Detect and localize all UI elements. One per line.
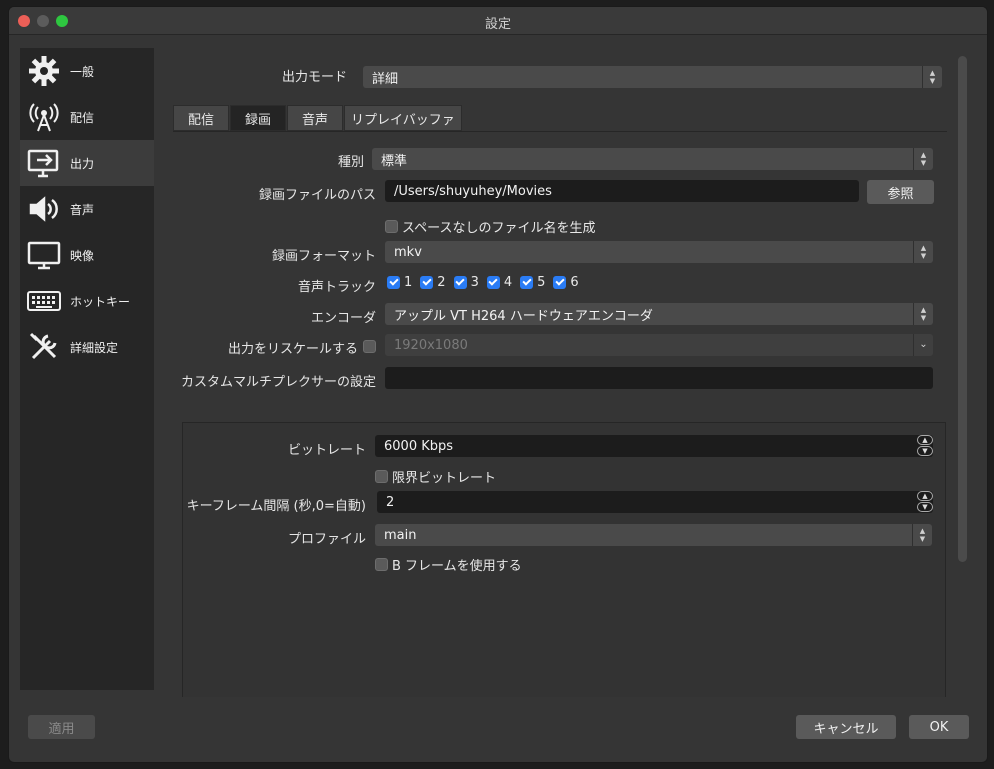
bitrate-label: ビットレート (287, 443, 366, 458)
track-checkbox[interactable]: 2 (420, 275, 446, 290)
sidebar-item-stream[interactable]: 配信 (20, 94, 154, 140)
bitrate-spinbox[interactable]: 6000 Kbps ▲ ▼ (375, 435, 933, 457)
tab-recording[interactable]: 録画 (230, 105, 287, 131)
format-select[interactable]: mkv ▲ ▼ (385, 241, 933, 263)
keyframe-label: キーフレーム間隔 (秒,0=自動) (186, 499, 366, 514)
checkbox-checked-icon (486, 276, 500, 289)
limit-bitrate-row[interactable]: 限界ビットレート (375, 467, 504, 487)
window-title: 設定 (484, 17, 511, 32)
rescale-value: 1920x1080 (394, 337, 468, 353)
rescale-label: 出力をリスケールする (227, 342, 358, 357)
type-value: 標準 (381, 153, 408, 169)
sidebar-item-video[interactable]: 映像 (20, 232, 154, 278)
type-label: 種別 (337, 155, 364, 170)
output-monitor-icon (26, 145, 62, 181)
keyframe-value: 2 (386, 494, 395, 510)
stepper-icon[interactable]: ▲ ▼ (917, 491, 933, 513)
checkbox-checked-icon (387, 276, 400, 289)
sidebar-item-label: 出力 (70, 156, 95, 171)
limit-bitrate-label: 限界ビットレート (392, 471, 497, 486)
format-value: mkv (394, 244, 422, 260)
tab-replay-buffer[interactable]: リプレイバッファ (344, 105, 462, 131)
checkbox-checked-icon (553, 276, 567, 289)
sidebar-item-label: 配信 (70, 110, 95, 125)
broadcast-antenna-icon (26, 99, 62, 135)
monitor-icon (26, 237, 62, 273)
rescale-select[interactable]: 1920x1080 ⌄ (385, 334, 933, 356)
chevron-down-icon: ⌄ (913, 334, 933, 356)
profile-select[interactable]: main ▲ ▼ (375, 524, 932, 546)
muxer-label: カスタムマルチプレクサーの設定 (180, 375, 376, 390)
updown-icon: ▲ ▼ (912, 524, 932, 546)
sidebar-item-label: ホットキー (70, 294, 131, 309)
updown-icon: ▲ ▼ (913, 303, 933, 325)
tabs-divider (173, 131, 947, 132)
track-checkbox[interactable]: 5 (520, 275, 545, 290)
sidebar-item-hotkeys[interactable]: ホットキー (20, 278, 154, 324)
cancel-button[interactable]: キャンセル (796, 715, 896, 739)
bframes-row[interactable]: B フレームを使用する (375, 555, 530, 575)
stepper-icon[interactable]: ▲ ▼ (917, 435, 933, 457)
rescale-checkbox[interactable] (363, 340, 376, 353)
tab-audio[interactable]: 音声 (287, 105, 344, 131)
nospace-label: スペースなしのファイル名を生成 (402, 221, 596, 236)
type-select[interactable]: 標準 ▲ ▼ (372, 148, 933, 170)
tracks-checkboxes: 1 2 3 4 5 6 (387, 275, 587, 290)
updown-icon: ▲ ▼ (913, 148, 933, 170)
gear-icon (26, 53, 62, 89)
bframes-label: B フレームを使用する (392, 559, 522, 574)
checkbox-checked-icon (520, 276, 534, 289)
track-checkbox[interactable]: 3 (453, 275, 479, 290)
checkbox-checked-icon (453, 276, 467, 289)
profile-value: main (384, 527, 417, 543)
track-checkbox[interactable]: 6 (553, 275, 579, 290)
sidebar-item-label: 詳細設定 (70, 340, 119, 355)
apply-button[interactable]: 適用 (28, 715, 95, 739)
bframes-checkbox[interactable] (375, 558, 388, 571)
keyboard-icon (26, 283, 62, 319)
updown-icon: ▲ ▼ (913, 241, 933, 263)
sidebar-item-audio[interactable]: 音声 (20, 186, 154, 232)
tools-icon (26, 329, 62, 365)
sidebar-item-label: 一般 (70, 64, 95, 79)
speaker-icon (26, 191, 62, 227)
encoder-settings-group (182, 422, 946, 697)
path-label: 録画ファイルのパス (258, 188, 376, 203)
encoder-label: エンコーダ (310, 311, 376, 326)
sidebar-item-output[interactable]: 出力 (20, 140, 154, 186)
track-checkbox[interactable]: 1 (387, 275, 412, 290)
checkbox-checked-icon (420, 276, 434, 289)
path-input[interactable]: /Users/shuyuhey/Movies (385, 180, 859, 202)
ok-button[interactable]: OK (909, 715, 969, 739)
keyframe-spinbox[interactable]: 2 ▲ ▼ (377, 491, 933, 513)
limit-bitrate-checkbox[interactable] (375, 470, 388, 483)
format-label: 録画フォーマット (271, 249, 376, 264)
settings-sidebar: 一般 配信 出力 音声 映像 ホットキー 詳細設定 (20, 48, 154, 690)
output-tabs-area: 配信 録画 音声 リプレイバッファ (165, 48, 955, 148)
profile-label: プロファイル (287, 532, 366, 547)
tracks-label: 音声トラック (297, 280, 376, 295)
vertical-scrollbar[interactable] (958, 56, 967, 562)
output-tabs: 配信 録画 音声 リプレイバッファ (173, 105, 463, 131)
sidebar-item-label: 映像 (70, 248, 95, 263)
sidebar-item-advanced[interactable]: 詳細設定 (20, 324, 154, 370)
muxer-input[interactable] (385, 367, 933, 389)
nospace-checkbox-row[interactable]: スペースなしのファイル名を生成 (385, 217, 603, 237)
bitrate-value: 6000 Kbps (384, 438, 454, 454)
nospace-checkbox[interactable] (385, 220, 398, 233)
sidebar-item-general[interactable]: 一般 (20, 48, 154, 94)
browse-button[interactable]: 参照 (867, 180, 934, 204)
encoder-value: アップル VT H264 ハードウェアエンコーダ (394, 308, 653, 324)
sidebar-item-label: 音声 (70, 202, 95, 217)
encoder-select[interactable]: アップル VT H264 ハードウェアエンコーダ ▲ ▼ (385, 303, 933, 325)
title-bar: 設定 (9, 7, 987, 35)
tab-stream[interactable]: 配信 (173, 105, 230, 131)
track-checkbox[interactable]: 4 (486, 275, 512, 290)
